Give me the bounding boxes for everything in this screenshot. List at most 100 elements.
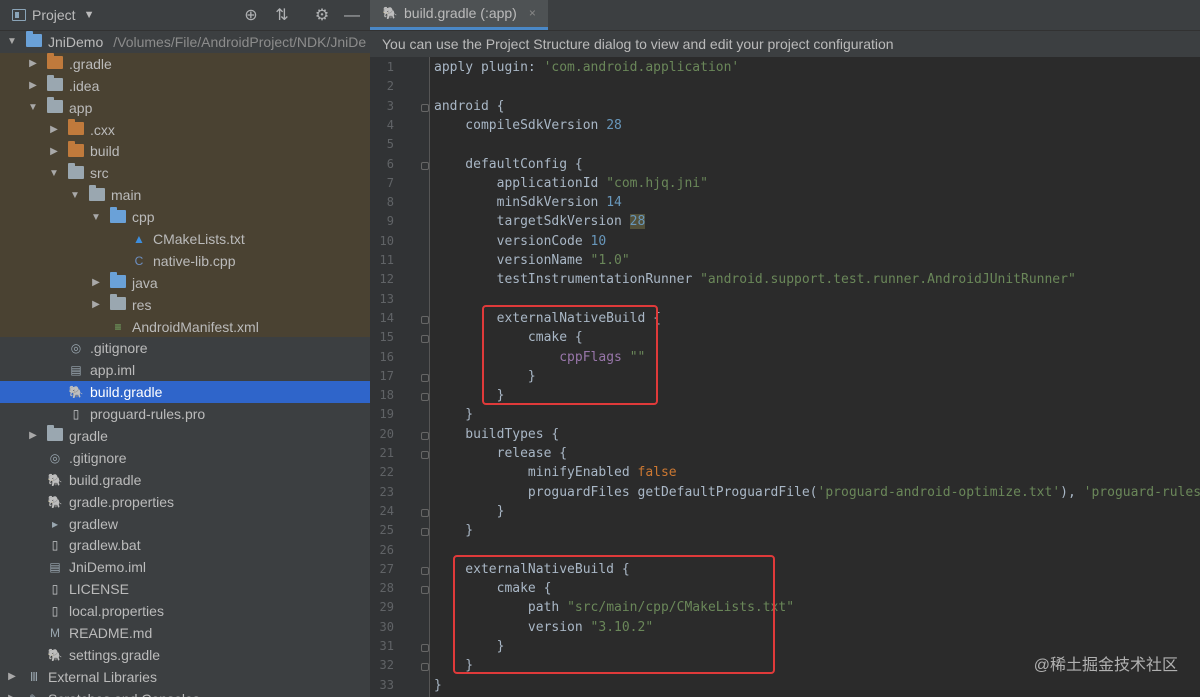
tree-item[interactable]: ▶ .idea — [0, 74, 370, 97]
tree-item[interactable]: ▯ local.properties — [0, 600, 370, 622]
fold-marker-icon[interactable] — [421, 103, 429, 112]
tree-item[interactable]: ▼ JniDemo/Volumes/File/AndroidProject/NDK… — [0, 31, 370, 53]
tree-item[interactable]: ▶ build — [0, 140, 370, 163]
code-line[interactable]: release { — [434, 446, 567, 461]
chevron-right-icon[interactable]: ▶ — [6, 693, 18, 697]
tree-item[interactable]: ◎ .gitignore — [0, 447, 370, 469]
tree-item-label: .gitignore — [69, 449, 127, 466]
code-line[interactable]: } — [434, 678, 442, 693]
tree-item[interactable]: ▯ LICENSE — [0, 578, 370, 600]
close-icon[interactable]: × — [529, 6, 536, 20]
tree-item[interactable]: ▶ res — [0, 293, 370, 316]
tree-item[interactable]: ▶ .cxx — [0, 118, 370, 141]
tree-item-label: gradlew — [69, 515, 119, 532]
tree-item[interactable]: ▶ ✎ Scratches and Consoles — [0, 688, 370, 697]
watermark: @稀土掘金技术社区 — [1033, 657, 1178, 674]
line-number: 12 — [379, 272, 394, 287]
tree-item-label: cpp — [132, 209, 155, 226]
code-line[interactable]: proguardFiles getDefaultProguardFile('pr… — [434, 485, 1200, 500]
fold-marker-icon[interactable] — [421, 315, 429, 324]
code-line[interactable]: defaultConfig { — [434, 157, 582, 172]
fold-marker-icon[interactable] — [421, 508, 429, 517]
tree-item[interactable]: ▶ gradle — [0, 425, 370, 447]
tree-item[interactable]: 🐘 settings.gradle — [0, 644, 370, 666]
chevron-right-icon[interactable]: ▶ — [90, 277, 102, 288]
code-line[interactable]: buildTypes { — [434, 427, 559, 442]
tree-item[interactable]: 🐘 build.gradle — [0, 469, 370, 491]
fold-marker-icon[interactable] — [421, 566, 429, 575]
chevron-down-icon[interactable]: ▼ — [90, 212, 102, 223]
chevron-right-icon[interactable]: ▶ — [27, 58, 39, 69]
code-line[interactable]: } — [434, 504, 505, 519]
folder-icon — [68, 140, 84, 157]
tree-item[interactable]: 🐘 gradle.properties — [0, 491, 370, 513]
code-line[interactable]: versionName "1.0" — [434, 253, 630, 268]
code-line[interactable]: applicationId "com.hjq.jni" — [434, 176, 708, 191]
chevron-right-icon[interactable]: ▶ — [27, 430, 39, 441]
chevron-down-icon[interactable]: ▼ — [6, 36, 18, 47]
code-line[interactable]: apply plugin: 'com.android.application' — [434, 60, 739, 75]
file-icon: ▯ — [51, 604, 59, 619]
fold-marker-icon[interactable] — [421, 431, 429, 440]
project-structure-notice[interactable]: You can use the Project Structure dialog… — [370, 31, 1200, 57]
collapse-all-icon[interactable]: ⇅ — [272, 6, 292, 26]
tree-item-label: build.gradle — [69, 471, 142, 488]
chevron-down-icon[interactable]: ▼ — [84, 9, 95, 21]
tree-item[interactable]: M README.md — [0, 622, 370, 644]
tree-item[interactable]: ▼ src — [0, 162, 370, 185]
tree-item[interactable]: ▶ java — [0, 271, 370, 294]
tree-item[interactable]: ▯ proguard-rules.pro — [0, 403, 370, 425]
code-line[interactable]: } — [434, 407, 473, 422]
tree-item[interactable]: ▼ app — [0, 96, 370, 119]
hide-panel-icon[interactable]: — — [342, 6, 362, 26]
code-line[interactable]: android { — [434, 99, 504, 114]
chevron-right-icon[interactable]: ▶ — [48, 146, 60, 157]
folder-icon — [68, 162, 84, 179]
tree-item[interactable]: ▤ app.iml — [0, 359, 370, 381]
tree-item[interactable]: ▼ cpp — [0, 206, 370, 229]
code-line[interactable]: testInstrumentationRunner "android.suppo… — [434, 272, 1076, 287]
fold-marker-icon[interactable] — [421, 451, 429, 459]
fold-marker-icon[interactable] — [421, 644, 429, 652]
code-area[interactable]: 1 2 3 4 5 6 7 8 9 10 11 12 13 14 15 16 17 18 19 20 21 22 23 24 2… — [370, 57, 1200, 697]
code-line[interactable]: minSdkVersion 14 — [434, 195, 622, 210]
fold-marker-icon[interactable] — [421, 335, 429, 344]
code-line[interactable]: versionCode 10 — [434, 234, 607, 249]
tree-item[interactable]: ▯ gradlew.bat — [0, 534, 370, 556]
fold-marker-icon[interactable] — [421, 393, 429, 402]
iml-icon: ▤ — [49, 560, 61, 575]
chevron-right-icon[interactable]: ▶ — [48, 124, 60, 135]
tree-item[interactable]: 🐘 build.gradle — [0, 381, 370, 404]
fold-marker-icon[interactable] — [421, 373, 429, 382]
chevron-down-icon[interactable]: ▼ — [48, 168, 60, 179]
gear-icon[interactable]: ⚙ — [312, 6, 332, 26]
chevron-right-icon[interactable]: ▶ — [6, 671, 18, 682]
tree-item[interactable]: ▶ Ⅲ External Libraries — [0, 666, 370, 688]
code-line[interactable]: } — [434, 523, 473, 538]
tree-item[interactable]: ▤ JniDemo.iml — [0, 556, 370, 578]
fold-marker-icon[interactable] — [421, 528, 429, 537]
tree-item-label: gradlew.bat — [69, 537, 141, 554]
fold-marker-icon[interactable] — [421, 161, 429, 170]
tree-item[interactable]: ▸ gradlew — [0, 513, 370, 535]
chevron-right-icon[interactable]: ▶ — [90, 299, 102, 310]
tree-item[interactable]: ◎ .gitignore — [0, 337, 370, 359]
fold-marker-icon[interactable] — [421, 663, 429, 672]
code-line[interactable]: minifyEnabled false — [434, 465, 677, 480]
tree-item[interactable]: ≡ AndroidManifest.xml — [0, 315, 370, 338]
chevron-down-icon[interactable]: ▼ — [69, 190, 81, 201]
locate-target-icon[interactable]: ⊕ — [241, 6, 261, 26]
tree-item[interactable]: Cnative-lib.cpp — [0, 249, 370, 272]
code-line[interactable]: targetSdkVersion 28 — [434, 214, 646, 230]
line-number: 16 — [379, 349, 394, 364]
chevron-down-icon[interactable]: ▼ — [27, 102, 39, 113]
tab-build-gradle-app[interactable]: 🐘 build.gradle (:app) × — [370, 0, 548, 30]
tree-item[interactable]: ▲ CMakeLists.txt — [0, 228, 370, 250]
project-view-selector[interactable]: Project — [32, 7, 76, 23]
chevron-right-icon[interactable]: ▶ — [27, 80, 39, 91]
code-line[interactable]: compileSdkVersion 28 — [434, 118, 622, 133]
folder-icon — [47, 53, 63, 70]
tree-item[interactable]: ▶ .gradle — [0, 52, 370, 75]
tree-item[interactable]: ▼ main — [0, 184, 370, 207]
fold-marker-icon[interactable] — [421, 586, 429, 595]
